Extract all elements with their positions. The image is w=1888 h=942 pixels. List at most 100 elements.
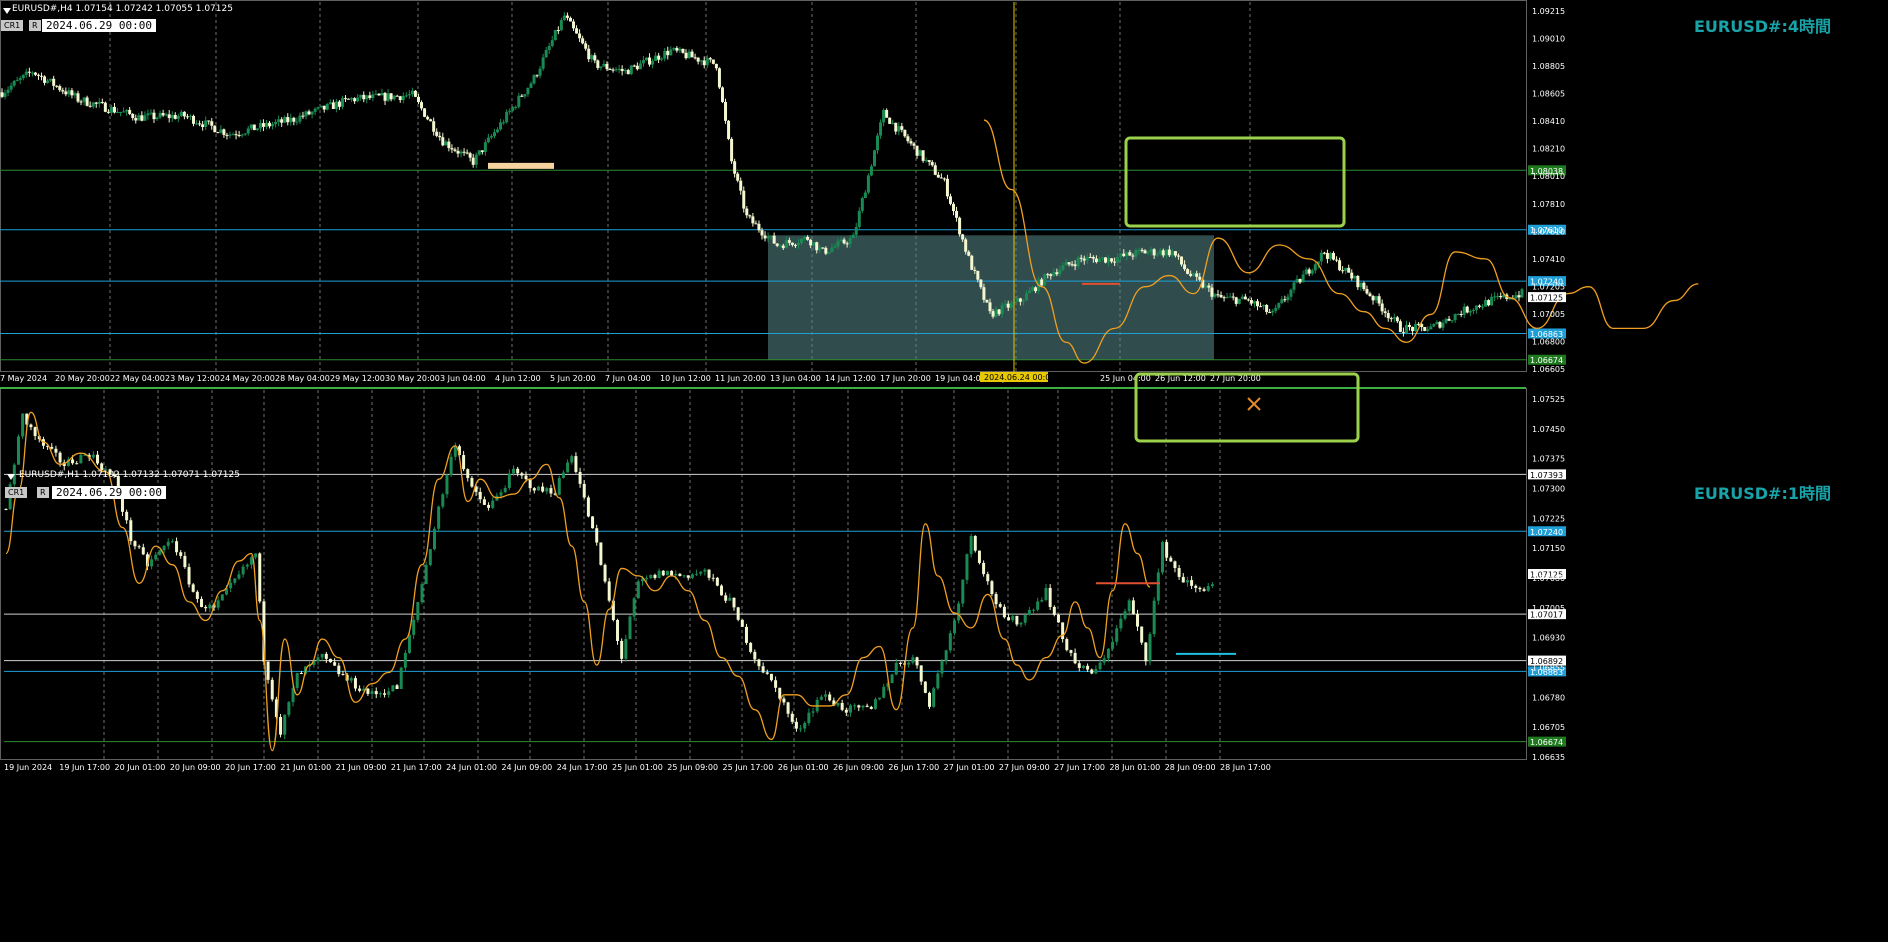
h4-candle xyxy=(435,128,439,138)
h4-candle-body xyxy=(860,198,864,211)
h1-x-tick: 25 Jun 01:00 xyxy=(612,763,663,772)
h4-candle-body xyxy=(1088,257,1092,259)
h1-candle-body xyxy=(1140,626,1144,643)
h1-candle-body xyxy=(395,685,399,690)
h1-candle-body xyxy=(765,672,769,674)
h1-candle xyxy=(1177,564,1181,580)
h4-candle-body xyxy=(872,150,876,167)
h1-candle xyxy=(129,517,133,545)
h1-candle-body xyxy=(774,680,778,688)
h4-candle-body xyxy=(1444,318,1448,323)
h1-candle-body xyxy=(977,550,981,563)
h4-candle xyxy=(477,150,481,156)
h4-candle xyxy=(1362,281,1366,292)
h1-date-box[interactable]: 2024.06.29 00:00 xyxy=(52,486,166,499)
h1-candle-body xyxy=(1156,572,1160,601)
h1-candle-body xyxy=(948,633,952,651)
h1-candle xyxy=(869,705,873,710)
h4-candle-body xyxy=(772,235,776,244)
h1-x-tick: 24 Jun 17:00 xyxy=(557,763,608,772)
h4-candle xyxy=(1353,275,1357,280)
h1-candle-body xyxy=(582,483,586,498)
h4-candle-body xyxy=(556,30,560,32)
h1-candle xyxy=(503,485,507,494)
h4-candle xyxy=(1441,319,1445,331)
h4-candle-body xyxy=(1398,321,1402,332)
h4-candle-body xyxy=(994,309,998,317)
h4-date-box[interactable]: 2024.06.29 00:00 xyxy=(42,19,156,32)
h4-candle-body xyxy=(146,113,150,116)
h4-candle xyxy=(125,109,129,116)
h1-candle xyxy=(349,676,353,684)
h4-candle-body xyxy=(751,216,755,224)
h4-candle-body xyxy=(456,150,460,154)
h1-candle xyxy=(799,725,803,733)
h4-candle-body xyxy=(654,55,658,61)
h4-candle-body xyxy=(36,74,40,76)
h4-y-tick: 1.07410 xyxy=(1532,255,1565,264)
h4-candle-body xyxy=(748,215,752,217)
h4-candle xyxy=(143,111,147,121)
h1-candle xyxy=(811,707,815,717)
chart-canvas[interactable]: 1.080381.076101.072401.068631.066741.071… xyxy=(0,0,1888,942)
h4-candle xyxy=(444,139,448,146)
h4-candle-body xyxy=(1389,318,1393,320)
h1-candle-body xyxy=(674,573,678,576)
h4-candle xyxy=(1459,310,1463,318)
h1-candle-body xyxy=(491,500,495,508)
h1-candle xyxy=(765,669,769,675)
h4-candle-body xyxy=(851,234,855,239)
h4-candle-body xyxy=(1155,254,1159,256)
h1-candle xyxy=(603,563,607,584)
h4-candle xyxy=(602,60,606,67)
h1-candle-body xyxy=(740,619,744,627)
h4-candle-body xyxy=(635,65,639,70)
h4-candle xyxy=(392,95,396,101)
h4-candle xyxy=(1484,296,1488,307)
h4-candle-body xyxy=(1021,300,1025,302)
h1-candle-body xyxy=(769,673,773,681)
h1-candle-body xyxy=(337,665,341,675)
h1-candle-body xyxy=(1165,542,1169,558)
h1-x-tick: 19 Jun 17:00 xyxy=(59,763,110,772)
h4-x-tick: 5 Jun 20:00 xyxy=(550,374,596,383)
h4-candle-body xyxy=(1034,287,1038,292)
h4-candle xyxy=(70,88,74,99)
h4-candle xyxy=(1256,298,1260,311)
h1-candle-body xyxy=(428,549,432,565)
h4-candle-body xyxy=(833,246,837,248)
h4-candle xyxy=(1480,303,1484,310)
h4-candle xyxy=(313,107,317,115)
h4-candle xyxy=(1347,264,1351,273)
h4-candle xyxy=(347,98,351,100)
h4-candle-body xyxy=(310,111,314,115)
h1-x-tick: 26 Jun 01:00 xyxy=(778,763,829,772)
h1-candle xyxy=(1206,583,1210,592)
h4-candle xyxy=(383,91,387,105)
collapse-triangle-icon[interactable] xyxy=(7,474,15,480)
h4-candle-body xyxy=(195,123,199,125)
h1-r-tag[interactable]: R xyxy=(37,487,49,498)
h4-candle-body xyxy=(1338,260,1342,271)
h4-x-tick: 13 Jun 04:00 xyxy=(770,374,821,383)
h4-candle xyxy=(310,110,314,119)
h4-candle xyxy=(535,74,539,78)
h1-cr1-tag[interactable]: CR1 xyxy=(5,487,28,498)
h4-candle-body xyxy=(711,59,715,64)
h1-candle xyxy=(482,496,486,505)
h4-candle-body xyxy=(1113,261,1117,263)
collapse-triangle-icon[interactable] xyxy=(3,8,11,14)
h4-candle xyxy=(492,128,496,139)
h1-candle-body xyxy=(1061,622,1065,640)
h4-candle-body xyxy=(1015,298,1019,302)
h4-candle xyxy=(1274,304,1278,314)
h1-candle xyxy=(661,570,665,577)
h4-candle-body xyxy=(550,40,554,46)
h4-candle-body xyxy=(760,230,764,236)
h1-candle-body xyxy=(965,554,969,580)
h4-candle-body xyxy=(116,112,120,114)
h4-candle-body xyxy=(1380,303,1384,312)
h1-candle xyxy=(873,697,877,710)
h4-r-tag[interactable]: R xyxy=(29,20,41,31)
h4-cr1-tag[interactable]: CR1 xyxy=(1,20,24,31)
